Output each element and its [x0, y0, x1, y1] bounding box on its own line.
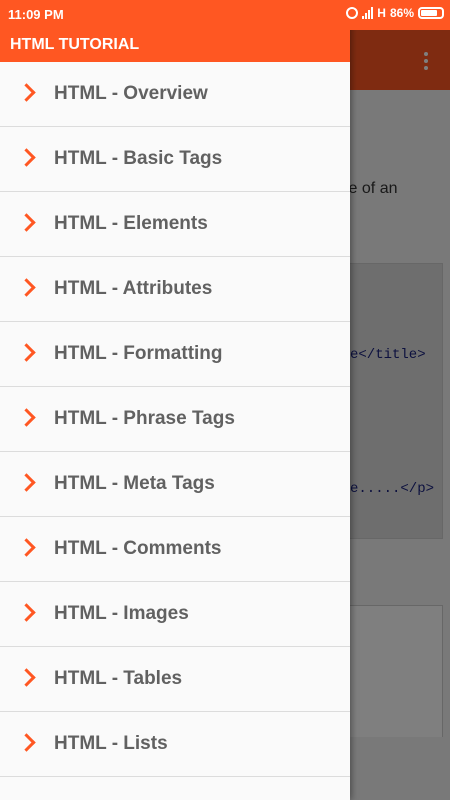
menu-item-comments[interactable]: HTML - Comments: [0, 517, 350, 582]
chevron-right-icon: [17, 408, 36, 427]
menu-item-label: HTML - Images: [54, 603, 189, 624]
battery-percent: 86%: [389, 6, 414, 20]
menu-item-label: HTML - Elements: [54, 213, 208, 234]
signal-icon: [362, 7, 374, 19]
chevron-right-icon: [17, 343, 36, 362]
menu-item-label: HTML - Attributes: [54, 278, 213, 299]
battery-icon: [418, 7, 444, 19]
chevron-right-icon: [17, 278, 36, 297]
drawer-title: HTML TUTORIAL: [10, 36, 140, 53]
chevron-right-icon: [17, 148, 36, 167]
status-time: 11:09 PM: [8, 7, 64, 22]
network-type: H: [377, 6, 386, 20]
chevron-right-icon: [17, 668, 36, 687]
menu-item-label: HTML - Tables: [54, 668, 183, 689]
menu-item-meta-tags[interactable]: HTML - Meta Tags: [0, 452, 350, 517]
navigation-drawer: HTML TUTORIAL HTML - Overview HTML - Bas…: [0, 0, 350, 800]
menu-item-label: HTML - Overview: [54, 83, 208, 104]
menu-item-label: HTML - Meta Tags: [54, 473, 215, 494]
menu-item-label: HTML - Basic Tags: [54, 148, 223, 169]
drawer-header: HTML TUTORIAL: [0, 30, 350, 62]
chevron-right-icon: [17, 733, 36, 752]
status-indicators: H 86%: [346, 6, 444, 20]
chevron-right-icon: [17, 538, 36, 557]
menu-item-basic-tags[interactable]: HTML - Basic Tags: [0, 127, 350, 192]
menu-item-phrase-tags[interactable]: HTML - Phrase Tags: [0, 387, 350, 452]
menu-item-tables[interactable]: HTML - Tables: [0, 647, 350, 712]
menu-item-lists[interactable]: HTML - Lists: [0, 712, 350, 777]
menu-item-attributes[interactable]: HTML - Attributes: [0, 257, 350, 322]
menu-item-label: HTML - Formatting: [54, 343, 223, 364]
chevron-right-icon: [17, 213, 36, 232]
chevron-right-icon: [17, 603, 36, 622]
menu-item-label: HTML - Phrase Tags: [54, 408, 235, 429]
drawer-menu-list: HTML - Overview HTML - Basic Tags HTML -…: [0, 62, 350, 777]
menu-item-images[interactable]: HTML - Images: [0, 582, 350, 647]
chevron-right-icon: [17, 473, 36, 492]
menu-item-label: HTML - Lists: [54, 733, 168, 754]
menu-item-formatting[interactable]: HTML - Formatting: [0, 322, 350, 387]
status-bar: 11:09 PM H 86%: [0, 0, 450, 30]
menu-item-elements[interactable]: HTML - Elements: [0, 192, 350, 257]
alarm-icon: [346, 7, 359, 19]
menu-item-overview[interactable]: HTML - Overview: [0, 62, 350, 127]
menu-item-label: HTML - Comments: [54, 538, 222, 559]
chevron-right-icon: [17, 83, 36, 102]
